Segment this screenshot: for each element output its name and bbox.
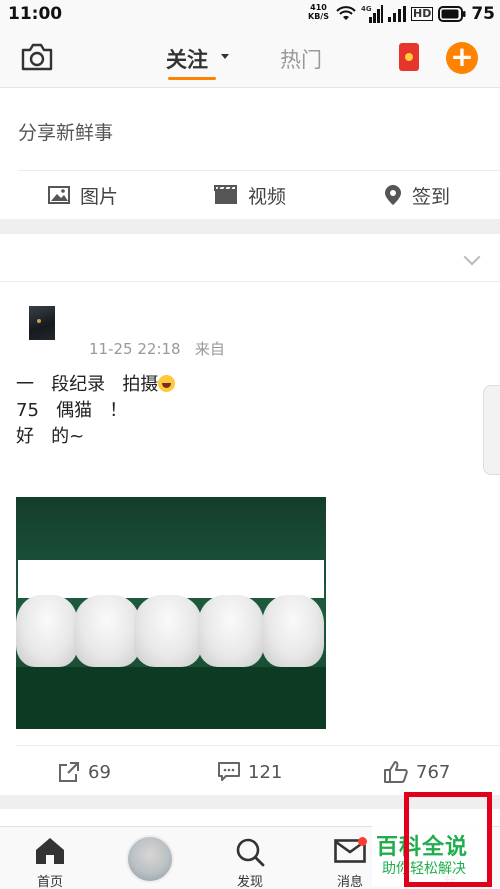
avatar[interactable] <box>29 306 55 340</box>
thumbs-up-icon <box>384 761 408 783</box>
repost-count: 69 <box>88 761 111 783</box>
location-pin-icon <box>385 185 401 205</box>
network-speed-value: 410 <box>310 3 327 12</box>
cat-figure <box>198 595 264 667</box>
repost-button[interactable]: 69 <box>58 760 111 784</box>
picture-label: 图片 <box>80 185 119 208</box>
red-packet-coin <box>405 53 413 61</box>
tab-discover-label: 发现 <box>236 875 263 889</box>
picture-button[interactable]: 图片 <box>48 180 118 210</box>
cat-figure <box>74 595 140 667</box>
compose-input[interactable]: 分享新鲜事 <box>18 118 113 145</box>
post-line: 一 段纪录 拍摄 <box>16 372 176 398</box>
post-line: 75 偶猫 ！ <box>16 400 128 421</box>
checkin-button[interactable]: 签到 <box>384 180 450 210</box>
chevron-down-icon[interactable] <box>463 248 481 266</box>
divider <box>18 170 500 171</box>
picture-icon <box>48 186 70 204</box>
like-button[interactable]: 767 <box>384 760 450 784</box>
notification-dot <box>358 837 367 846</box>
status-bar: 11:00 410 KB/S 4G HD 75 <box>0 0 500 30</box>
status-time: 11:00 <box>8 4 63 24</box>
post-image[interactable] <box>16 497 326 729</box>
battery-icon <box>438 6 466 22</box>
redacted-banner <box>18 560 324 598</box>
video-icon <box>214 185 237 204</box>
post-time: 11-25 22:18 <box>89 340 181 358</box>
dropdown-arrow-icon[interactable] <box>221 54 229 59</box>
battery-percent: 75 <box>471 4 496 24</box>
post-text: 一 段纪录 拍摄 75 偶猫 ！ 好 的~ <box>16 372 176 450</box>
video-button[interactable]: 视频 <box>214 180 286 210</box>
network-speed-unit: KB/S <box>308 12 329 21</box>
image-floor <box>16 667 326 729</box>
hd-badge: HD <box>411 7 434 21</box>
comment-icon <box>218 762 240 781</box>
comment-button[interactable]: 121 <box>218 760 282 784</box>
weibo-home-screen: 11:00 410 KB/S 4G HD 75 关注 热门 + 分享新鲜事 图片… <box>0 0 500 889</box>
feed-card-collapsed <box>0 234 500 282</box>
cat-figure <box>262 595 324 667</box>
cat-figure <box>16 595 78 667</box>
wifi-icon <box>336 6 356 20</box>
feed-post[interactable]: 11-25 22:18 来自 一 段纪录 拍摄 75 偶猫 ！ 好 的~ 69 … <box>0 282 500 795</box>
like-count: 767 <box>416 761 451 783</box>
video-label: 视频 <box>248 185 287 208</box>
post-line: 好 的~ <box>16 426 85 447</box>
status-icons: 4G HD 75 <box>336 4 495 24</box>
tab-hot[interactable]: 热门 <box>280 44 322 74</box>
search-icon <box>236 838 265 867</box>
user-avatar[interactable] <box>126 835 174 883</box>
home-icon <box>36 838 64 864</box>
cat-figure <box>134 595 202 667</box>
network-speed: 410 KB/S <box>308 3 329 21</box>
checkin-label: 签到 <box>412 185 451 208</box>
compose-box: 分享新鲜事 图片 视频 签到 <box>0 88 500 219</box>
red-packet-icon[interactable] <box>399 43 419 71</box>
tab-messages[interactable]: 消息 <box>320 827 380 889</box>
post-source: 来自 <box>194 340 225 358</box>
highlight-box <box>404 792 492 887</box>
active-tab-indicator <box>168 77 216 80</box>
comment-count: 121 <box>248 761 283 783</box>
signal-4g-icon: 4G <box>361 5 383 23</box>
signal-icon <box>388 6 406 22</box>
tab-home-label: 首页 <box>36 875 63 889</box>
top-nav: 关注 热门 + <box>0 30 500 88</box>
laugh-emoji-icon <box>158 375 176 392</box>
post-meta: 11-25 22:18 来自 <box>89 338 225 359</box>
scroll-handle[interactable] <box>483 385 500 475</box>
tab-discover[interactable]: 发现 <box>220 827 280 889</box>
tab-follow[interactable]: 关注 <box>166 44 208 74</box>
tab-messages-label: 消息 <box>336 875 363 889</box>
section-separator <box>0 219 500 234</box>
share-icon <box>59 762 79 782</box>
redacted-username <box>60 302 220 340</box>
plus-button[interactable]: + <box>446 42 478 74</box>
divider <box>16 745 500 746</box>
tab-home[interactable]: 首页 <box>20 827 80 889</box>
camera-icon[interactable] <box>20 42 54 72</box>
